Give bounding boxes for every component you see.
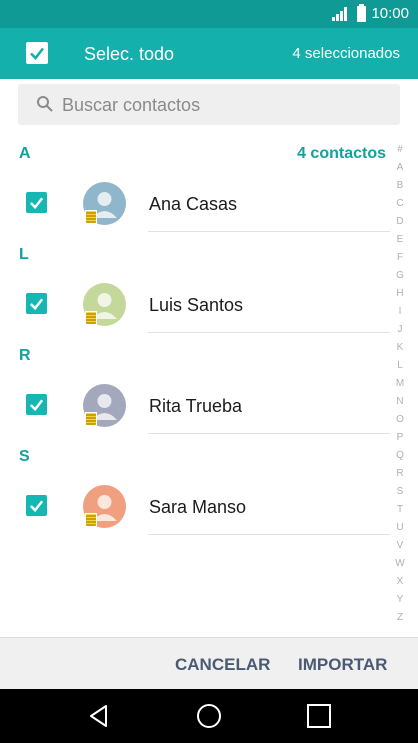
divider [148, 332, 390, 333]
divider [148, 433, 390, 434]
index-letter[interactable]: E [394, 231, 406, 249]
contact-row[interactable]: Sara Manso [0, 478, 390, 538]
index-letter[interactable]: O [394, 411, 406, 429]
contact-row[interactable]: Rita Trueba [0, 377, 390, 437]
index-letter[interactable]: G [394, 267, 406, 285]
contact-name: Rita Trueba [149, 396, 243, 416]
checkmark-icon [29, 298, 44, 311]
selected-count: 4 seleccionados [292, 45, 400, 62]
divider [148, 231, 390, 232]
contact-name: Luis Santos [149, 295, 244, 315]
index-letter[interactable]: H [394, 285, 406, 303]
contact-checkbox[interactable] [26, 394, 47, 415]
index-letter[interactable]: U [394, 519, 406, 537]
index-letter[interactable]: Q [394, 447, 406, 465]
navigation-bar [0, 689, 418, 743]
checkmark-icon [29, 500, 44, 513]
select-all-checkbox[interactable] [26, 42, 48, 64]
action-bar: CANCELAR IMPORTAR [0, 637, 418, 689]
index-letter[interactable]: T [394, 501, 406, 519]
recents-icon[interactable] [305, 702, 333, 730]
back-icon[interactable] [85, 702, 113, 730]
sim-icon [85, 311, 97, 325]
contact-name: Sara Manso [149, 497, 247, 517]
contact-name: Ana Casas [149, 194, 238, 214]
index-letter[interactable]: Z [394, 609, 406, 627]
index-letter[interactable]: V [394, 537, 406, 555]
alphabet-index[interactable]: # A B C D E F G H I J K L M N O P Q R S … [394, 141, 406, 627]
sim-icon [85, 210, 97, 224]
index-letter[interactable]: S [394, 483, 406, 501]
section-header-s: S [19, 448, 30, 465]
index-letter[interactable]: I [394, 303, 406, 321]
index-letter[interactable]: L [394, 357, 406, 375]
index-letter[interactable]: # [394, 141, 406, 159]
search-input[interactable]: Buscar contactos [18, 84, 400, 125]
status-bar: 10:00 [0, 0, 418, 28]
index-letter[interactable]: K [394, 339, 406, 357]
contact-checkbox[interactable] [26, 495, 47, 516]
section-header-r: R [19, 347, 31, 364]
index-letter[interactable]: J [394, 321, 406, 339]
index-letter[interactable]: P [394, 429, 406, 447]
contacts-count: 4 contactos [297, 145, 386, 162]
home-icon[interactable] [195, 702, 223, 730]
search-icon [37, 96, 53, 112]
index-letter[interactable]: C [394, 195, 406, 213]
index-letter[interactable]: D [394, 213, 406, 231]
contact-checkbox[interactable] [26, 293, 47, 314]
index-letter[interactable]: M [394, 375, 406, 393]
index-letter[interactable]: F [394, 249, 406, 267]
index-letter[interactable]: B [394, 177, 406, 195]
section-header-l: L [19, 246, 29, 263]
battery-icon [357, 4, 366, 22]
status-time: 10:00 [371, 5, 409, 22]
checkmark-icon [29, 197, 44, 210]
signal-icon [332, 7, 347, 21]
index-letter[interactable]: W [394, 555, 406, 573]
checkmark-icon [29, 399, 44, 412]
index-letter[interactable]: A [394, 159, 406, 177]
index-letter[interactable]: N [394, 393, 406, 411]
search-placeholder: Buscar contactos [62, 95, 201, 115]
select-all-label[interactable]: Selec. todo [84, 43, 174, 65]
app-bar: Selec. todo 4 seleccionados [0, 28, 418, 79]
sim-icon [85, 412, 97, 426]
contact-checkbox[interactable] [26, 192, 47, 213]
index-letter[interactable]: X [394, 573, 406, 591]
divider [148, 534, 390, 535]
index-letter[interactable]: Y [394, 591, 406, 609]
import-button[interactable]: IMPORTAR [298, 655, 387, 675]
cancel-button[interactable]: CANCELAR [175, 655, 270, 675]
section-header-a: A [19, 145, 31, 162]
sim-icon [85, 513, 97, 527]
checkmark-icon [30, 47, 45, 60]
contact-row[interactable]: Ana Casas [0, 175, 390, 235]
index-letter[interactable]: R [394, 465, 406, 483]
contact-row[interactable]: Luis Santos [0, 276, 390, 336]
